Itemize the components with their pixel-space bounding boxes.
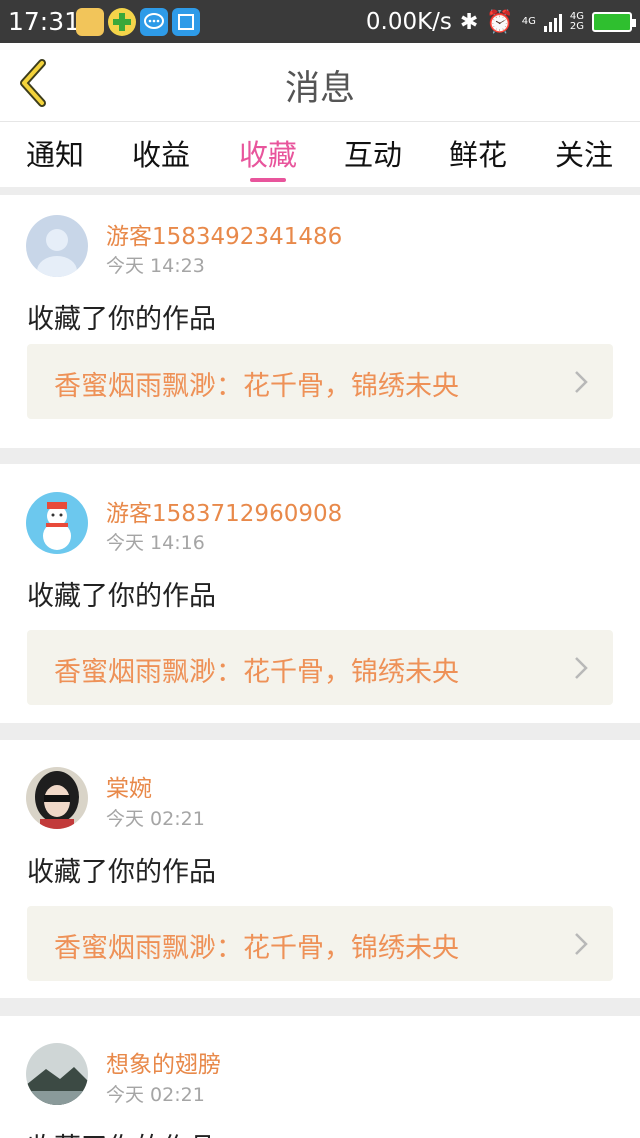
user-name[interactable]: 游客1583712960908 [106,494,342,528]
tab-flowers[interactable]: 鲜花 [425,132,531,174]
work-title: 香蜜烟雨飘渺：花千骨，锦绣未央 [54,933,459,964]
message-time: 今天 02:21 [106,808,205,830]
network-speed: 0.00K/s [365,9,452,35]
signal-icon: 4G [521,16,536,27]
work-link[interactable]: 香蜜烟雨飘渺：花千骨，锦绣未央 [27,906,613,981]
chat-app-icon [140,8,168,36]
bluetooth-icon: ✱ [459,9,479,35]
message-card: 棠婉 今天 02:21 收藏了你的作品 香蜜烟雨飘渺：花千骨，锦绣未央 [0,740,640,998]
message-card: 想象的翅膀 今天 02:21 收藏了你的作品 [0,1016,640,1138]
user-name[interactable]: 游客1583492341486 [106,217,342,251]
security-app-icon [108,8,136,36]
tab-earnings[interactable]: 收益 [108,132,214,174]
work-link[interactable]: 香蜜烟雨飘渺：花千骨，锦绣未央 [27,630,613,705]
status-time: 17:31 [8,7,81,36]
landscape-avatar[interactable] [26,1043,88,1105]
message-text: 收藏了你的作品 [27,581,216,612]
chevron-right-icon [575,371,588,393]
work-title: 香蜜烟雨飘渺：花千骨，锦绣未央 [54,371,459,402]
photo-avatar[interactable] [26,767,88,829]
screenshot-app-icon [172,8,200,36]
message-time: 今天 14:16 [106,532,205,554]
app-notification-icon [76,8,104,36]
message-text: 收藏了你的作品 [27,1126,216,1138]
work-link[interactable]: 香蜜烟雨飘渺：花千骨，锦绣未央 [27,344,613,419]
message-card: 游客1583492341486 今天 14:23 收藏了你的作品 香蜜烟雨飘渺：… [0,195,640,448]
chevron-right-icon [575,933,588,955]
user-name[interactable]: 棠婉 [106,769,152,803]
tab-favorites[interactable]: 收藏 [215,132,321,174]
battery-icon [592,12,636,32]
message-card: 游客1583712960908 今天 14:16 收藏了你的作品 香蜜烟雨飘渺：… [0,464,640,723]
user-name[interactable]: 想象的翅膀 [106,1045,221,1079]
tab-notice[interactable]: 通知 [2,132,108,174]
page-title: 消息 [284,69,355,109]
chevron-right-icon [575,657,588,679]
signal-2-icon: 4G 2G [569,11,584,32]
default-avatar[interactable] [26,215,88,277]
tab-follow[interactable]: 关注 [531,132,637,174]
tab-interaction[interactable]: 互动 [320,132,426,174]
signal-bars-icon [543,12,562,32]
tab-bar: 通知 收益 收藏 互动 鲜花 关注 [0,122,640,187]
snowman-avatar[interactable] [26,492,88,554]
message-text: 收藏了你的作品 [27,304,216,335]
message-time: 今天 02:21 [106,1084,205,1106]
active-tab-indicator [250,178,286,182]
work-title: 香蜜烟雨飘渺：花千骨，锦绣未央 [54,657,459,688]
status-bar: 17:31 0.00K/s ✱ ⏰ 4G 4G 2G [0,0,640,43]
alarm-icon: ⏰ [486,9,514,35]
message-text: 收藏了你的作品 [27,857,216,888]
header: 消息 [0,43,640,122]
message-time: 今天 14:23 [106,255,205,277]
